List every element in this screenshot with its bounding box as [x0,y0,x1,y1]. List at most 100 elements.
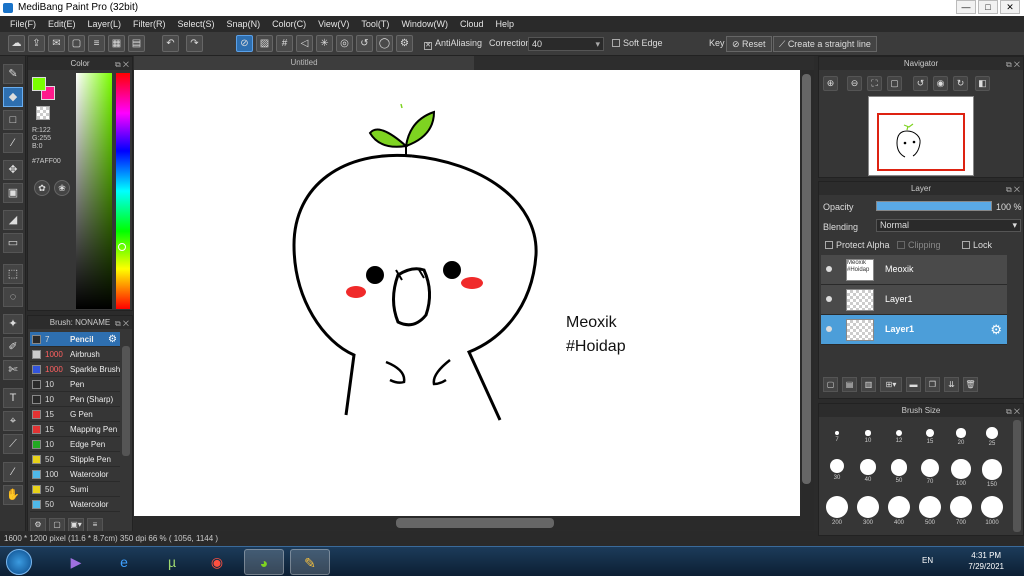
flip-icon[interactable]: ◧ [975,76,990,91]
grid-doc-icon[interactable]: ▦ [108,35,125,52]
zoom-in-icon[interactable]: ⊕ [823,76,838,91]
menu-view[interactable]: View(V) [312,19,355,29]
eyedropper-icon[interactable]: ⟋ [3,434,23,454]
brush-size-option[interactable]: 300 [854,496,882,526]
vertical-scrollbar[interactable] [800,70,814,516]
curve-snap-icon[interactable]: ↺ [356,35,373,52]
paint-taskbar-icon[interactable]: ✎ [290,549,330,575]
menu-select[interactable]: Select(S) [172,19,221,29]
brush-size-option[interactable]: 40 [854,459,882,483]
brush-size-option[interactable]: 25 [978,427,1006,447]
panel-popout-icon[interactable]: ⧉ ✕ [115,58,129,71]
language-indicator[interactable]: EN [922,556,933,565]
medibang-taskbar-icon[interactable]: ◕ [244,549,284,575]
brush-item[interactable]: 15 Mapping Pen [30,422,120,437]
minimize-button[interactable]: — [956,0,976,14]
brush-item[interactable]: 10 Pen (Sharp) [30,392,120,407]
lasso-tool-icon[interactable]: ◌ [3,287,23,307]
share-icon[interactable]: ⇪ [28,35,45,52]
brush-size-option[interactable]: 200 [823,496,851,526]
parallel-snap-icon[interactable]: ▨ [256,35,273,52]
horizontal-scrollbar[interactable] [134,516,814,530]
transparent-swatch[interactable] [36,106,50,120]
brush-size-option[interactable]: 100 [947,459,975,487]
foreground-color-swatch[interactable] [32,77,46,91]
brush-item[interactable]: 1000 Sparkle Brush [30,362,120,377]
brush-size-option[interactable]: 400 [885,496,913,526]
clipping-checkbox[interactable]: Clipping [897,240,941,250]
hand-tool-icon[interactable]: ✋ [3,485,23,505]
save-icon[interactable]: ▤ [128,35,145,52]
eraser-tool-icon[interactable]: ◆ [3,87,23,107]
visibility-eye-icon[interactable] [826,296,832,302]
new-file-icon[interactable]: ▢ [68,35,85,52]
duplicate-layer-icon[interactable]: ❐ [925,377,940,392]
select-tool-icon[interactable]: ⬚ [3,264,23,284]
menu-snap[interactable]: Snap(N) [221,19,267,29]
brush-item[interactable]: 10 Edge Pen [30,437,120,452]
menu-cloud[interactable]: Cloud [454,19,490,29]
brush-size-option[interactable]: 10 [854,430,882,444]
select-eraser-icon[interactable]: ✄ [3,360,23,380]
perspective-snap-icon[interactable]: ◁ [296,35,313,52]
maximize-button[interactable]: □ [978,0,998,14]
select-pen-icon[interactable]: ✐ [3,337,23,357]
rotate-left-icon[interactable]: ↺ [913,76,928,91]
brush-size-option[interactable]: 50 [885,459,913,484]
chrome-icon[interactable]: ◉ [197,549,237,575]
brush-size-scrollbar[interactable] [1013,420,1021,532]
canvas[interactable]: Meoxik #Hoidap [134,70,800,516]
brush-item[interactable]: 100 Watercolor [30,467,120,482]
gear-icon[interactable]: ⚙ [108,332,117,346]
gear-icon[interactable]: ⚙ [990,322,1002,338]
new-8bit-layer-icon[interactable]: ▥ [861,377,876,392]
grid-snap-icon[interactable]: # [276,35,293,52]
horizontal-scroll-thumb[interactable] [396,518,554,528]
brush-item[interactable]: 10 Pen [30,377,120,392]
brush-item[interactable]: 15 G Pen [30,407,120,422]
brush-size-option[interactable]: 700 [947,496,975,526]
brush-size-option[interactable]: 70 [916,459,944,485]
layer-row-layer1[interactable]: Layer1 [821,285,1007,315]
snap-off-icon[interactable]: ⊘ [236,35,253,52]
add-layer-menu-icon[interactable]: ⊞▾ [880,377,902,392]
divide-tool-icon[interactable]: ⁄ [3,462,23,482]
comment-icon[interactable]: ✉ [48,35,65,52]
panel-popout-icon[interactable]: ⧉ ✕ [1006,183,1020,196]
concentric-snap-icon[interactable]: ◎ [336,35,353,52]
rotate-reset-icon[interactable]: ◉ [933,76,948,91]
brush-size-option[interactable]: 15 [916,429,944,445]
brush-item[interactable]: 7 Pencil ⚙ [30,332,120,347]
saturation-value-picker[interactable] [76,73,112,309]
fit-icon[interactable]: ⛶ [867,76,882,91]
bucket-tool-icon[interactable]: ◢ [3,210,23,230]
soft-edge-checkbox[interactable]: Soft Edge [612,38,663,48]
cloud-icon[interactable]: ☁ [8,35,25,52]
circle-snap-icon[interactable]: ◯ [376,35,393,52]
palette-icon[interactable]: ✿ [34,180,50,196]
move-tool-icon[interactable]: ✥ [3,160,23,180]
undo-icon[interactable]: ↶ [162,35,179,52]
radial-snap-icon[interactable]: ✳ [316,35,333,52]
brush-size-option[interactable]: 500 [916,496,944,526]
rotate-right-icon[interactable]: ↻ [953,76,968,91]
protect-alpha-checkbox[interactable]: Protect Alpha [825,240,890,250]
blending-dropdown[interactable]: Normal ▾ [876,219,1021,232]
brush-item[interactable]: 50 Sumi [30,482,120,497]
hue-handle[interactable] [118,243,126,251]
antialiasing-checkbox[interactable]: ✕ AntiAliasing [424,38,482,50]
new-brush-icon[interactable]: ▢ [49,518,65,532]
brush-size-option[interactable]: 7 [823,431,851,443]
document-icon[interactable]: ≡ [88,35,105,52]
brush-menu-icon[interactable]: ▣▾ [68,518,84,532]
menu-file[interactable]: File(F) [4,19,42,29]
new-layer-icon[interactable]: ▢ [823,377,838,392]
brush-item[interactable]: 50 Stipple Pen [30,452,120,467]
straight-line-button[interactable]: ⟋ Create a straight line [773,36,877,52]
magic-wand-icon[interactable]: ✦ [3,314,23,334]
close-button[interactable]: ✕ [1000,0,1020,14]
brush-size-option[interactable]: 30 [823,459,851,481]
menu-tool[interactable]: Tool(T) [355,19,395,29]
layer-row-layer1-selected[interactable]: Layer1 ⚙ [821,315,1007,345]
dot-brush-icon[interactable]: ⁄ [3,133,23,153]
